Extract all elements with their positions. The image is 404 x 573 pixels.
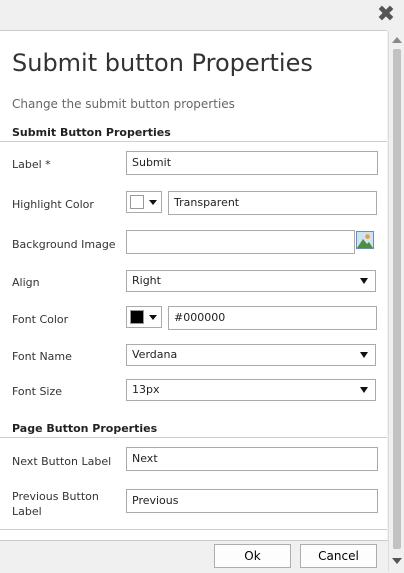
next-button-label-label: Next Button Label: [12, 455, 112, 468]
highlight-color-swatch: [130, 195, 144, 209]
font-size-label: Font Size: [12, 385, 63, 398]
scroll-thumb[interactable]: [393, 49, 401, 549]
close-icon[interactable]: ✖: [376, 4, 396, 26]
font-color-input[interactable]: #000000: [168, 306, 377, 330]
highlight-color-label: Highlight Color: [12, 198, 94, 211]
bottom-divider: [0, 529, 387, 530]
scroll-down-icon[interactable]: [392, 558, 402, 564]
dialog-titlebar: ✖: [0, 0, 404, 30]
section-page-heading: Page Button Properties: [12, 422, 158, 435]
align-select-value: Right: [132, 274, 161, 287]
font-size-select-value: 13px: [132, 383, 160, 396]
page-title: Submit button Properties: [12, 49, 313, 77]
background-image-label: Background Image: [12, 238, 116, 251]
font-name-select-value: Verdana: [132, 348, 178, 361]
font-size-select[interactable]: 13px: [126, 379, 376, 401]
ok-button[interactable]: Ok: [214, 544, 291, 568]
highlight-color-input[interactable]: Transparent: [168, 191, 377, 215]
highlight-color-picker[interactable]: [126, 191, 162, 213]
chevron-down-icon: [149, 200, 157, 205]
font-color-label: Font Color: [12, 313, 69, 326]
label-field-label: Label *: [12, 158, 51, 171]
font-color-picker[interactable]: [126, 306, 162, 328]
chevron-down-icon: [360, 387, 368, 393]
section-divider: [0, 141, 387, 142]
dialog-footer: Ok Cancel: [0, 540, 388, 573]
chevron-down-icon: [149, 315, 157, 320]
next-button-label-input[interactable]: Next: [126, 447, 378, 471]
previous-button-label-input[interactable]: Previous: [126, 489, 378, 513]
page-subtitle: Change the submit button properties: [12, 97, 235, 111]
previous-button-label-label: Previous Button Label: [12, 490, 99, 518]
label-input[interactable]: Submit: [126, 151, 378, 175]
image-picker-icon[interactable]: [356, 231, 374, 249]
dialog-content: Submit button Properties Change the subm…: [0, 30, 387, 541]
font-name-select[interactable]: Verdana: [126, 344, 376, 366]
font-color-swatch: [130, 310, 144, 324]
font-name-label: Font Name: [12, 350, 72, 363]
scroll-up-icon[interactable]: [392, 37, 402, 43]
section-divider: [0, 437, 387, 438]
vertical-scrollbar[interactable]: [388, 31, 404, 572]
section-submit-heading: Submit Button Properties: [12, 126, 171, 139]
cancel-button[interactable]: Cancel: [300, 544, 377, 568]
chevron-down-icon: [360, 352, 368, 358]
align-select[interactable]: Right: [126, 270, 376, 292]
chevron-down-icon: [360, 278, 368, 284]
align-label: Align: [12, 276, 40, 289]
properties-dialog: ✖ Submit button Properties Change the su…: [0, 0, 404, 573]
background-image-input[interactable]: [126, 230, 355, 254]
